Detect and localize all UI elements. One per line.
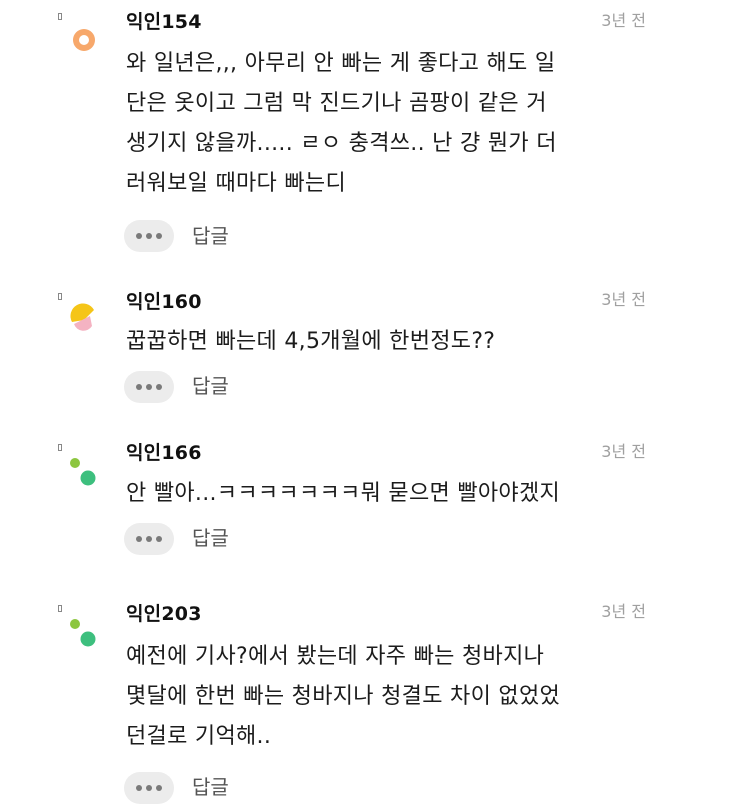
more-dot-icon (146, 384, 152, 390)
more-dot-icon (146, 536, 152, 542)
more-dot-icon (136, 536, 142, 542)
comment-author[interactable]: 익인203 (126, 602, 202, 626)
green-dots-avatar-icon[interactable] (66, 452, 102, 488)
more-options-button[interactable] (124, 371, 174, 403)
reply-button[interactable]: 답글 (192, 771, 229, 803)
more-options-button[interactable] (124, 772, 174, 804)
more-options-button[interactable] (124, 523, 174, 555)
comment-text: 예전에 기사?에서 봤는데 자주 빠는 청바지나 몇달에 한번 빠는 청바지나 … (126, 644, 561, 749)
green-dots-avatar-icon[interactable] (66, 613, 102, 649)
comment-time: 3년 전 (601, 290, 646, 309)
comment-author[interactable]: 익인166 (126, 441, 202, 465)
comment-marker (58, 13, 62, 20)
more-dot-icon (156, 785, 162, 791)
comment-author[interactable]: 익인160 (126, 290, 202, 314)
reply-button[interactable]: 답글 (192, 370, 229, 402)
orange-ring-avatar-icon[interactable] (66, 22, 102, 58)
more-dot-icon (136, 233, 142, 239)
more-dot-icon (136, 785, 142, 791)
comment-text: 안 빨아...ㅋㅋㅋㅋㅋㅋㅋ뭐 묻으면 빨아야겠지 (126, 481, 561, 506)
reply-button[interactable]: 답글 (192, 522, 229, 554)
comment-text: 꿉꿉하면 빠는데 4,5개월에 한번정도?? (126, 329, 496, 354)
more-dot-icon (136, 384, 142, 390)
yellow-pink-shapes-avatar-icon[interactable] (66, 300, 102, 336)
comment-author[interactable]: 익인154 (126, 10, 202, 34)
comment-time: 3년 전 (601, 11, 646, 30)
comment-marker (58, 293, 62, 300)
comment-marker (58, 605, 62, 612)
more-dot-icon (156, 384, 162, 390)
more-dot-icon (156, 536, 162, 542)
comment-marker (58, 444, 62, 451)
more-dot-icon (146, 785, 152, 791)
more-dot-icon (156, 233, 162, 239)
comment-time: 3년 전 (601, 442, 646, 461)
reply-button[interactable]: 답글 (192, 220, 229, 252)
more-dot-icon (146, 233, 152, 239)
more-options-button[interactable] (124, 220, 174, 252)
comment-time: 3년 전 (601, 602, 646, 621)
comment-text: 와 일년은,,, 아무리 안 빠는 게 좋다고 해도 일 단은 옷이고 그럼 막… (126, 51, 557, 196)
